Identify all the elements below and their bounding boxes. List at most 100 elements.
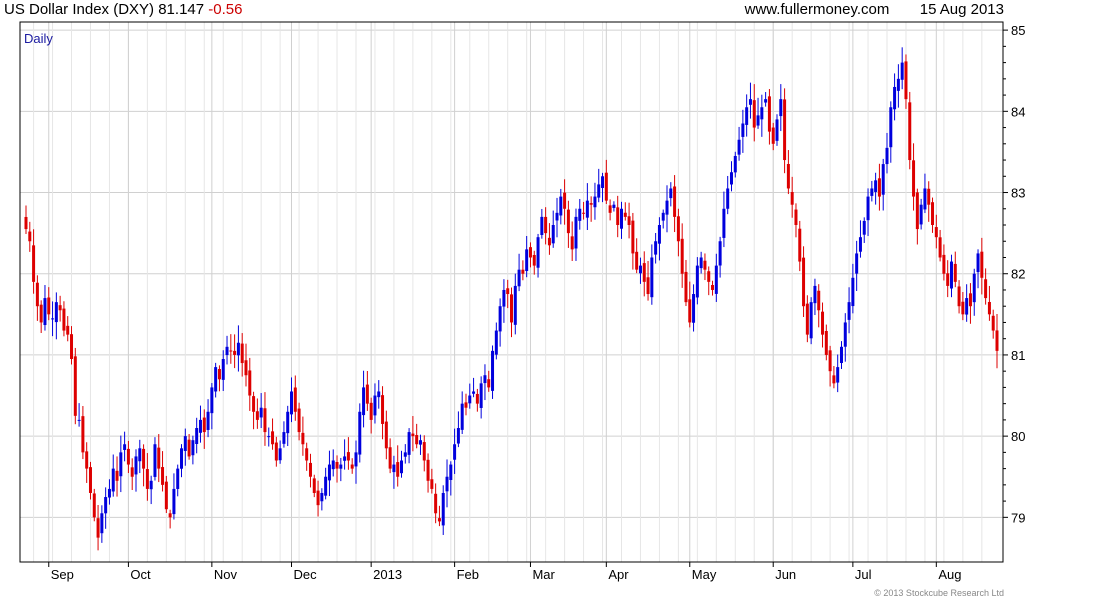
candle xyxy=(745,94,749,137)
candle-body xyxy=(775,119,779,141)
candle xyxy=(821,302,825,348)
candle-body xyxy=(305,448,309,461)
candle-body xyxy=(680,238,684,274)
candle-body xyxy=(138,448,142,462)
candle xyxy=(711,280,715,296)
candle xyxy=(957,280,961,314)
candle xyxy=(430,468,434,494)
candle xyxy=(384,410,388,460)
candle xyxy=(472,377,476,398)
candle-body xyxy=(991,315,995,331)
candle xyxy=(161,451,165,492)
candle-body xyxy=(532,254,536,266)
candle-body xyxy=(252,396,256,412)
candle-body xyxy=(468,395,472,404)
candle-body xyxy=(225,346,229,356)
candle-body xyxy=(783,99,787,161)
candle-body xyxy=(805,303,809,335)
candle-body xyxy=(813,285,817,304)
candle-body xyxy=(187,439,191,457)
candle-body xyxy=(896,78,900,91)
candle xyxy=(400,450,404,478)
candle xyxy=(570,221,574,261)
candle-body xyxy=(456,428,460,444)
candle-body xyxy=(858,237,862,252)
candle xyxy=(847,287,851,334)
candle xyxy=(828,345,832,387)
candle xyxy=(798,220,802,272)
candle-body xyxy=(453,444,457,460)
candle xyxy=(453,428,457,474)
candle-body xyxy=(233,350,237,355)
candle xyxy=(138,439,142,474)
candle-body xyxy=(437,518,441,522)
candle xyxy=(149,475,153,505)
candle-body xyxy=(494,330,498,355)
candle-body xyxy=(764,99,768,103)
candle xyxy=(938,229,942,262)
candle xyxy=(62,301,66,337)
candle-body xyxy=(631,220,635,254)
candle xyxy=(263,392,267,446)
candle-body xyxy=(870,188,874,196)
candle-body xyxy=(528,247,532,258)
candle xyxy=(991,309,995,339)
candle-body xyxy=(88,467,92,493)
candle xyxy=(934,214,938,249)
candle-body xyxy=(661,212,665,221)
candle xyxy=(692,284,696,332)
candle-body xyxy=(244,360,248,376)
candle xyxy=(142,444,146,487)
candle-body xyxy=(255,411,259,420)
candle xyxy=(259,393,263,429)
candle xyxy=(111,454,115,497)
candle xyxy=(487,370,491,392)
candle-body xyxy=(191,440,195,456)
candle-body xyxy=(183,436,187,451)
candle xyxy=(180,444,184,478)
candle xyxy=(483,364,487,401)
candle-body xyxy=(942,254,946,274)
candle xyxy=(255,398,259,429)
candle xyxy=(767,89,771,145)
candle-body xyxy=(104,497,108,514)
candle-body xyxy=(62,308,66,331)
candle xyxy=(396,445,400,487)
candle-body xyxy=(597,184,601,198)
candle xyxy=(790,176,794,218)
candle xyxy=(532,250,536,275)
candle xyxy=(748,82,752,119)
candle xyxy=(456,411,460,448)
candle-body xyxy=(282,432,286,444)
candle xyxy=(775,114,779,146)
candle xyxy=(699,251,703,274)
candle-body xyxy=(676,216,680,242)
candle xyxy=(528,242,532,268)
candle xyxy=(70,326,74,365)
candle xyxy=(896,64,900,108)
candle xyxy=(502,279,506,323)
candle xyxy=(521,260,525,281)
candle-body xyxy=(551,225,555,244)
candle-body xyxy=(271,431,275,445)
candle xyxy=(949,254,953,298)
candle-body xyxy=(164,481,168,510)
candle xyxy=(422,435,426,472)
candle-body xyxy=(752,100,756,128)
candle-body xyxy=(885,147,889,165)
candle-body xyxy=(316,490,320,506)
candle xyxy=(862,217,866,243)
candle-body xyxy=(931,202,935,226)
candle xyxy=(783,88,787,174)
candle xyxy=(297,402,301,441)
candle-body xyxy=(441,492,445,526)
candle xyxy=(585,183,589,231)
candle-body xyxy=(217,369,221,380)
candle xyxy=(278,440,282,464)
candle xyxy=(403,444,407,464)
candle xyxy=(927,181,931,222)
candle-body xyxy=(142,448,146,469)
candle xyxy=(953,251,957,288)
x-tick-label: Sep xyxy=(51,567,74,582)
candle xyxy=(134,449,138,492)
